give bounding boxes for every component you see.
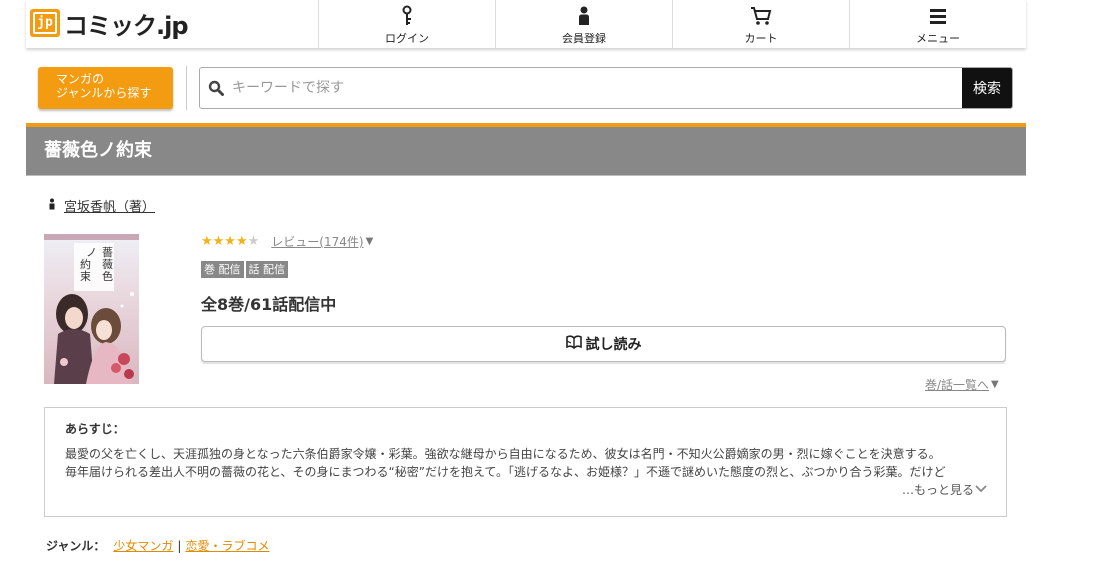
title-bar: 薔薇色ノ約束: [26, 123, 1026, 175]
rating-stars: ★★★★★: [201, 234, 260, 249]
person-icon: [577, 4, 591, 28]
search-bar: 検索: [199, 67, 1013, 109]
volume-list-link[interactable]: 巻/話一覧へ: [925, 376, 989, 393]
site-header: jp コミック.jp ログイン 会員登録 カート メニュー: [26, 0, 1026, 48]
episode-badge: 話 配信: [245, 261, 288, 278]
nav-register[interactable]: 会員登録: [495, 0, 672, 48]
chevron-down-icon: [974, 483, 988, 497]
review-link[interactable]: レビュー(174件): [271, 233, 363, 250]
genre-button-line1: マンガの: [56, 72, 105, 86]
synopsis-title: あらすじ：: [65, 422, 125, 436]
synopsis-line2: 毎年届けられる差出人不明の薔薇の花と、その身にまつわる“秘密”だけを抱えて。「逃…: [65, 465, 946, 479]
trial-read-label: 試し読み: [585, 337, 642, 353]
synopsis-line1: 最愛の父を亡くし、天涯孤独の身となった六条伯爵家令嬢・彩葉。強欲な継母から自由に…: [65, 447, 941, 461]
nav-cart-label: カート: [744, 32, 778, 45]
genre-link-shoujo[interactable]: 少女マンガ: [113, 537, 173, 554]
trial-read-button[interactable]: 試し読み: [201, 326, 1006, 362]
delivery-badges: 巻 配信 話 配信: [201, 261, 290, 278]
nav-menu[interactable]: メニュー: [849, 0, 1026, 48]
search-button[interactable]: 検索: [962, 68, 1012, 108]
book-cover[interactable]: 薔 薇 色 ノ 約 束: [44, 234, 139, 384]
svg-text:約: 約: [80, 257, 91, 271]
cart-icon: [750, 4, 772, 28]
caret-down-icon[interactable]: ▼: [366, 236, 374, 247]
nav-register-label: 会員登録: [562, 32, 606, 45]
genre-link-romance[interactable]: 恋愛・ラブコメ: [185, 537, 269, 554]
release-count: 全8巻/61話配信中: [201, 295, 337, 314]
genre-row: ジャンル： 少女マンガ | 恋愛・ラブコメ: [46, 537, 269, 554]
show-more-label: …もっと見る: [901, 483, 974, 497]
page-title: 薔薇色ノ約束: [44, 140, 152, 161]
author-row: 宮坂香帆（著）: [48, 196, 155, 215]
person-icon: [48, 198, 56, 214]
header-nav: ログイン 会員登録 カート メニュー: [318, 0, 1026, 48]
author-link[interactable]: 宮坂香帆（著）: [64, 196, 155, 215]
svg-text:束: 束: [80, 270, 91, 283]
nav-cart[interactable]: カート: [672, 0, 849, 48]
volume-list-row: 巻/話一覧へ ▼: [925, 376, 999, 393]
synopsis-box: あらすじ： 最愛の父を亡くし、天涯孤独の身となった六条伯爵家令嬢・彩葉。強欲な継…: [44, 407, 1007, 517]
logo-text: コミック.jp: [64, 11, 189, 40]
show-more-button[interactable]: …もっと見る: [902, 481, 988, 498]
book-open-icon: [565, 335, 586, 353]
svg-text:色: 色: [102, 269, 113, 283]
search-input[interactable]: [232, 68, 962, 108]
site-logo[interactable]: jp コミック.jp: [30, 8, 189, 40]
nav-login-label: ログイン: [385, 32, 429, 45]
genre-label: ジャンル：: [46, 539, 106, 553]
nav-login[interactable]: ログイン: [318, 0, 495, 48]
divider: [186, 66, 187, 110]
volume-badge: 巻 配信: [201, 261, 244, 278]
search-icon: [200, 68, 232, 108]
genre-button-line2: ジャンルから探す: [56, 86, 152, 100]
logo-mark-icon: jp: [30, 9, 60, 37]
genre-separator: |: [177, 538, 182, 553]
nav-menu-label: メニュー: [916, 32, 960, 45]
title-divider: [26, 175, 1026, 176]
key-icon: [400, 4, 414, 28]
rating-row: ★★★★★ レビュー(174件) ▼: [201, 233, 373, 250]
synopsis-text: 最愛の父を亡くし、天涯孤独の身となった六条伯爵家令嬢・彩葉。強欲な継母から自由に…: [65, 445, 988, 481]
caret-down-icon[interactable]: ▼: [991, 379, 999, 390]
menu-icon: [930, 4, 946, 28]
genre-search-button[interactable]: マンガの ジャンルから探す: [38, 67, 173, 109]
